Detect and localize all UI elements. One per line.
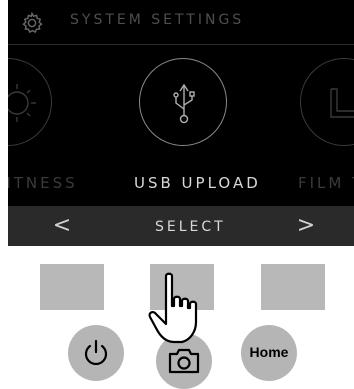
pointing-hand-icon	[148, 272, 198, 344]
left-soft-button[interactable]	[40, 264, 104, 310]
menu-item-circle	[139, 58, 227, 146]
film-icon	[330, 88, 354, 118]
power-icon	[84, 339, 108, 366]
home-button[interactable]: Home	[241, 325, 297, 381]
header-bar: SYSTEM SETTINGS	[8, 0, 354, 45]
prev-arrow-button[interactable]: <	[50, 213, 74, 239]
gear-icon	[21, 12, 43, 34]
menu-item-label: FILM T	[298, 174, 354, 192]
device-screen: SYSTEM SETTINGS TNESS USB UPLOAD FILM < …	[8, 0, 354, 246]
right-soft-button[interactable]	[261, 264, 325, 310]
usb-icon	[173, 83, 195, 124]
page-title: SYSTEM SETTINGS	[70, 12, 245, 28]
bottom-bar: < SELECT >	[8, 206, 354, 246]
menu-item-circle	[300, 58, 354, 146]
home-label: Home	[249, 344, 289, 360]
next-arrow-button[interactable]: >	[294, 213, 318, 239]
menu-item-circle	[8, 58, 52, 146]
power-button[interactable]	[68, 325, 124, 381]
select-button[interactable]: SELECT	[155, 219, 226, 235]
menu-item-label: USB UPLOAD	[134, 174, 261, 192]
menu-carousel: RIGHTNESS USB UPLOAD	[8, 44, 354, 206]
menu-item-label: RIGHTNESS	[8, 174, 78, 192]
sun-icon	[8, 84, 36, 122]
